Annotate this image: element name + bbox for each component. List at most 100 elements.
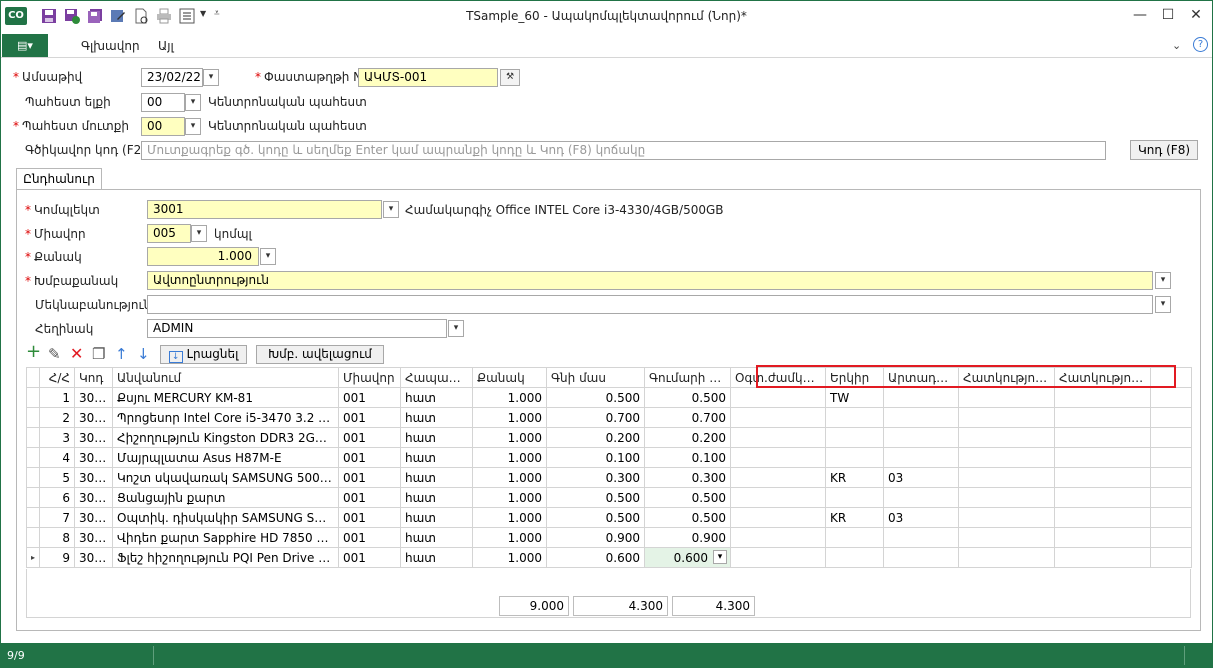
table-cell[interactable]: 001 [338, 527, 401, 548]
unit-dropdown-icon[interactable]: ▾ [191, 225, 207, 242]
table-row[interactable]: 53024Կոշտ սկավառակ SAMSUNG 500Gb SATA001… [26, 467, 1192, 488]
table-cell[interactable] [1054, 467, 1151, 488]
table-cell[interactable]: հատ [400, 467, 473, 488]
table-cell[interactable] [825, 547, 884, 568]
table-row[interactable]: 2 3017 Պրոցեսոր Intel Core i5-3470 3.2 GHz… [26, 407, 1192, 428]
table-row[interactable]: 7 3027 Օպտիկ. դիսկակիր SAMSUNG SH-S223 001 հ… [26, 507, 1192, 528]
table-cell[interactable]: 6 [39, 487, 75, 508]
table-cell[interactable]: Քսյու MERCURY KM-81 [112, 387, 339, 408]
table-cell[interactable] [958, 407, 1055, 428]
table-cell[interactable]: 001 [338, 467, 401, 488]
table-cell[interactable]: հատ [400, 387, 473, 408]
complect-dropdown-icon[interactable]: ▾ [383, 201, 399, 218]
table-cell[interactable] [730, 527, 826, 548]
table-cell[interactable]: 1.000 [472, 447, 547, 468]
table-cell[interactable]: 7 [39, 507, 75, 528]
batch-field[interactable]: Ավտոընտրություն [147, 271, 1153, 290]
unit-field[interactable]: 005 [147, 224, 191, 243]
table-cell[interactable]: 3030 [74, 527, 113, 548]
table-row[interactable]: 1 3009 Քսյու MERCURY KM-81 001 հատ 1.000 0.500… [26, 387, 1192, 408]
table-cell[interactable]: 3009 [74, 387, 113, 408]
table-cell[interactable]: 0.300 [644, 467, 731, 488]
table-cell[interactable] [730, 467, 826, 488]
delete-row-icon[interactable]: ✕ [70, 346, 83, 362]
table-cell[interactable]: 0.600 [546, 547, 645, 568]
table-cell[interactable] [825, 427, 884, 448]
table-cell[interactable]: 0.200 [644, 427, 731, 448]
table-cell[interactable]: 03 [883, 507, 959, 528]
table-cell[interactable]: 5 [39, 467, 75, 488]
table-cell[interactable] [1054, 407, 1151, 428]
table-cell[interactable] [1054, 547, 1151, 568]
table-cell[interactable] [825, 407, 884, 428]
quantity-dropdown-icon[interactable]: ▾ [260, 248, 276, 265]
table-cell[interactable] [730, 447, 826, 468]
code-f8-button[interactable]: Կոդ (F8) [1130, 140, 1198, 160]
column-header[interactable]: Գումարի մաս [644, 367, 731, 388]
collapse-ribbon-icon[interactable]: ⌄ [1172, 39, 1181, 52]
column-header[interactable]: Հ/Հ [39, 367, 75, 388]
doc-number-field[interactable]: ԱԿՄՏ-001 [358, 68, 498, 87]
table-cell[interactable]: 3 [39, 427, 75, 448]
in-warehouse-field[interactable]: 00 [141, 117, 185, 136]
file-menu-button[interactable]: ▤▾ [2, 34, 48, 57]
help-icon[interactable]: ? [1193, 37, 1208, 52]
table-cell[interactable]: 0.600 ▾ [644, 547, 731, 568]
table-cell[interactable] [730, 487, 826, 508]
table-cell[interactable]: 001 [338, 547, 401, 568]
table-cell[interactable] [958, 387, 1055, 408]
barcode-input[interactable]: Մուտքագրեք գծ. կոդը և սեղմեք Enter կամ ա… [141, 141, 1106, 160]
table-cell[interactable]: 0.700 [546, 407, 645, 428]
table-cell[interactable]: 1.000 [472, 487, 547, 508]
table-cell[interactable]: 001 [338, 387, 401, 408]
table-cell[interactable]: 1.000 [472, 547, 547, 568]
table-cell[interactable]: TW [825, 387, 884, 408]
table-cell[interactable] [825, 527, 884, 548]
maximize-icon[interactable]: ☐ [1153, 5, 1183, 25]
table-cell[interactable]: 9 [39, 547, 75, 568]
table-cell[interactable]: 4 [39, 447, 75, 468]
table-cell[interactable] [730, 427, 826, 448]
table-cell[interactable] [730, 407, 826, 428]
column-header[interactable]: Միավոր [338, 367, 401, 388]
table-cell[interactable] [883, 527, 959, 548]
table-cell[interactable]: հատ [400, 507, 473, 528]
table-cell[interactable]: հատ [400, 527, 473, 548]
table-cell[interactable] [958, 507, 1055, 528]
date-dropdown-icon[interactable]: ▾ [203, 69, 219, 86]
table-cell[interactable]: հատ [400, 487, 473, 508]
column-header[interactable]: Գնի մաս [546, 367, 645, 388]
quantity-field[interactable]: 1.000 [147, 247, 259, 266]
out-warehouse-field[interactable]: 00 [141, 93, 185, 112]
edit-row-icon[interactable]: ✎ [48, 346, 61, 362]
table-cell[interactable]: հատ [400, 447, 473, 468]
generate-number-icon[interactable]: ⚒ [500, 69, 520, 86]
tab-general[interactable]: Ընդհանուր [16, 168, 102, 190]
table-cell[interactable]: 0.500 [546, 487, 645, 508]
table-cell[interactable] [883, 407, 959, 428]
table-cell[interactable]: 3021 [74, 447, 113, 468]
table-cell[interactable]: 001 [338, 427, 401, 448]
tab-main[interactable]: Գլխավոր [81, 39, 140, 53]
in-warehouse-dropdown-icon[interactable]: ▾ [185, 118, 201, 135]
table-cell[interactable]: 1.000 [472, 407, 547, 428]
table-cell[interactable] [1054, 447, 1151, 468]
table-cell[interactable]: 3033 [74, 547, 113, 568]
table-row[interactable]: 83030Վիդեո քարտ Sapphire HD 7850 1Gb DDR… [26, 527, 1192, 548]
table-cell[interactable]: 0.500 [644, 507, 731, 528]
table-cell[interactable] [1054, 387, 1151, 408]
table-cell[interactable]: 8 [39, 527, 75, 548]
column-header[interactable]: Անվանում [112, 367, 339, 388]
table-cell[interactable]: 0.100 [644, 447, 731, 468]
table-cell[interactable]: 1.000 [472, 507, 547, 528]
table-cell[interactable] [825, 487, 884, 508]
table-cell[interactable] [883, 427, 959, 448]
table-cell[interactable]: Օպտիկ. դիսկակիր SAMSUNG SH-S223 [112, 507, 339, 528]
tab-other[interactable]: Այլ [158, 39, 174, 53]
table-cell[interactable]: Պրոցեսոր Intel Core i5-3470 3.2 GHz [112, 407, 339, 428]
table-cell[interactable]: 0.200 [546, 427, 645, 448]
table-cell[interactable]: Վիդեո քարտ Sapphire HD 7850 1Gb DDR5 [112, 527, 339, 548]
table-cell[interactable]: 1.000 [472, 387, 547, 408]
table-cell[interactable] [958, 447, 1055, 468]
table-cell[interactable]: Ցանցային քարտ [112, 487, 339, 508]
